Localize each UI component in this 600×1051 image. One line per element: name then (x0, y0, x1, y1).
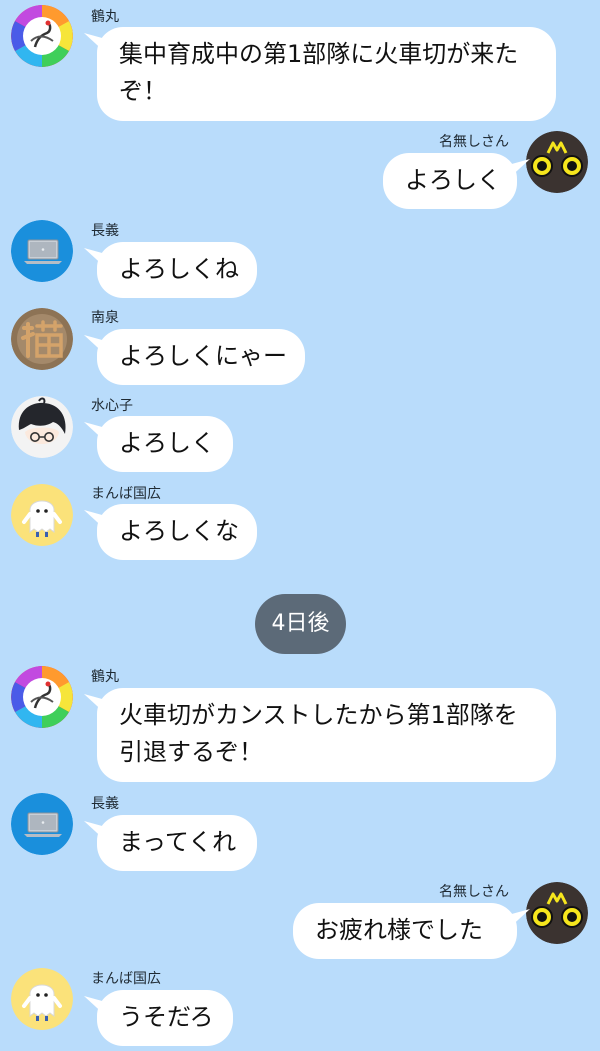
ghost-icon (11, 968, 73, 1030)
sender-name: 長義 (91, 796, 119, 812)
message-text-line: よろしくな (119, 517, 239, 545)
sender-name: 鶴丸 (91, 9, 119, 25)
avatar[interactable] (526, 131, 588, 193)
message-text-line: よろしく (119, 429, 215, 457)
yellow-eyes-face-icon (526, 882, 588, 944)
chat-timeline[interactable]: 鶴丸 集中育成中の第1部隊に火車切が来た ぞ！ 名無しさん よろしく 長義 よろ… (0, 0, 600, 1051)
anime-boy-icon (11, 396, 73, 458)
message-bubble[interactable]: まってくれ (97, 815, 257, 871)
message-text-line: よろしくね (119, 255, 239, 283)
sender-name: 長義 (91, 223, 119, 239)
avatar[interactable] (11, 220, 73, 282)
avatar[interactable] (11, 793, 73, 855)
avatar[interactable] (526, 882, 588, 944)
sender-name: まんば国広 (91, 486, 161, 502)
sender-name: 名無しさん (439, 884, 509, 900)
avatar[interactable] (11, 666, 73, 728)
message-bubble[interactable]: うそだろ (97, 990, 233, 1046)
message-text-line: ぞ！ (119, 77, 167, 105)
message-text-line: 集中育成中の第1部隊に火車切が来た (119, 40, 519, 68)
avatar[interactable] (11, 308, 73, 370)
sender-name: 水心子 (91, 398, 133, 414)
laptop-icon (11, 793, 73, 855)
sender-name: まんば国広 (91, 971, 161, 987)
message-text-line: お疲れ様でした (315, 916, 483, 944)
cat-kanji-icon (11, 308, 73, 370)
date-separator: 4日後 (255, 594, 346, 654)
ghost-icon (11, 484, 73, 546)
message-text-line: 火車切がカンストしたから第1部隊を (119, 701, 518, 729)
message-text-line: 引退するぞ！ (119, 738, 263, 766)
avatar[interactable] (11, 484, 73, 546)
sender-name: 名無しさん (439, 134, 509, 150)
message-bubble[interactable]: 集中育成中の第1部隊に火車切が来た ぞ！ (97, 27, 556, 121)
avatar[interactable] (11, 968, 73, 1030)
avatar[interactable] (11, 396, 73, 458)
sender-name: 南泉 (91, 310, 119, 326)
avatar[interactable] (11, 5, 73, 67)
message-bubble[interactable]: よろしく (97, 416, 233, 472)
message-bubble[interactable]: よろしくな (97, 504, 257, 560)
sender-name: 鶴丸 (91, 669, 119, 685)
message-bubble[interactable]: よろしく (383, 153, 517, 209)
laptop-icon (11, 220, 73, 282)
message-text-line: うそだろ (119, 1003, 214, 1031)
message-text-line: よろしくにゃー (119, 342, 287, 370)
message-bubble[interactable]: 火車切がカンストしたから第1部隊を 引退するぞ！ (97, 688, 556, 782)
message-bubble[interactable]: お疲れ様でした (293, 903, 517, 959)
message-bubble[interactable]: よろしくね (97, 242, 257, 298)
yellow-eyes-face-icon (526, 131, 588, 193)
crane-rainbow-icon (11, 5, 73, 67)
crane-rainbow-icon (11, 666, 73, 728)
message-bubble[interactable]: よろしくにゃー (97, 329, 305, 385)
message-text-line: よろしく (405, 166, 501, 194)
message-text-line: まってくれ (119, 828, 237, 856)
